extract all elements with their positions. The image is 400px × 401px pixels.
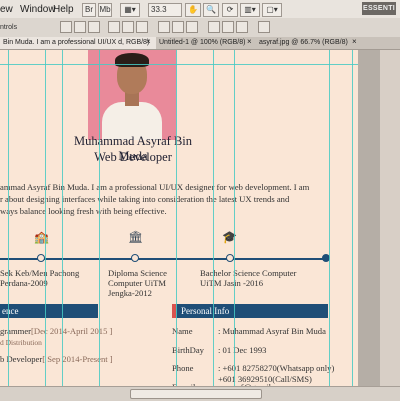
- timeline-dot: [226, 254, 234, 262]
- resume-bio: ammad Asyraf Bin Muda. I am a profession…: [0, 181, 356, 217]
- timeline-dot: [131, 254, 139, 262]
- options-label: ntrols: [0, 24, 18, 31]
- tab-untitled[interactable]: Untitled-1 @ 100% (RGB/8): [156, 37, 258, 49]
- guide-line[interactable]: [329, 50, 330, 396]
- menu-bar: ew Window Help Br Mb ▦▾ 33.3 ✋ 🔍 ⟳ ▥▾ ▢▾…: [0, 0, 400, 19]
- timeline-dot: [37, 254, 45, 262]
- document-tabs: Bin Muda. I am a professional UI/UX d, R…: [0, 37, 400, 50]
- align-bottom-icon[interactable]: [88, 21, 100, 33]
- guide-line[interactable]: [234, 50, 235, 396]
- workspace-switcher[interactable]: ESSENTI: [362, 2, 396, 15]
- experience-header: ence: [0, 304, 98, 318]
- education-item: Sek Keb/Men Pachong Perdana-2009: [0, 268, 80, 288]
- bio-line: r about designing interfaces while takin…: [0, 194, 290, 204]
- tab-asyraf[interactable]: asyraf.jpg @ 66.7% (RGB/8): [256, 37, 364, 49]
- horizontal-scrollbar[interactable]: [0, 386, 400, 401]
- experience-company: d Distribution: [0, 338, 42, 347]
- side-panel: [358, 50, 400, 396]
- align-top-icon[interactable]: [60, 21, 72, 33]
- menu-view[interactable]: ew: [0, 4, 13, 15]
- guide-line[interactable]: [352, 50, 353, 396]
- screen-mode-icon[interactable]: ▢▾: [262, 3, 282, 17]
- experience-item: b Developer[ Sep 2014-Present ]: [0, 354, 113, 364]
- tab-close-icon[interactable]: ×: [146, 37, 151, 46]
- guide-line[interactable]: [45, 50, 46, 396]
- distribute-left-icon[interactable]: [208, 21, 220, 33]
- guide-line[interactable]: [99, 50, 100, 396]
- education-item: Diploma Science Computer UiTM Jengka-201…: [108, 268, 167, 298]
- personal-info-header: Personal Info: [172, 304, 328, 318]
- tab-label: Bin Muda. I am a professional UI/UX d, R…: [3, 39, 150, 46]
- education-item: Bachelor Science Computer UiTM Jasin -20…: [200, 268, 297, 288]
- arrange-documents-icon[interactable]: ▥▾: [240, 3, 260, 17]
- resume-role: Web Developer: [94, 150, 172, 164]
- tab-label: asyraf.jpg @ 66.7% (RGB/8): [259, 39, 348, 46]
- guide-line[interactable]: [176, 50, 177, 396]
- rotate-view-icon[interactable]: ⟳: [222, 3, 238, 17]
- guide-line[interactable]: [213, 50, 214, 396]
- align-middle-icon[interactable]: [74, 21, 86, 33]
- panel-strip: [380, 50, 400, 396]
- align-left-icon[interactable]: [108, 21, 120, 33]
- minibridge-icon[interactable]: Mb: [98, 3, 112, 17]
- tab-close-icon[interactable]: ×: [247, 37, 252, 46]
- extras-icon[interactable]: ▦▾: [120, 3, 140, 17]
- distribute-top-icon[interactable]: [158, 21, 170, 33]
- guide-line[interactable]: [0, 64, 358, 65]
- guide-line[interactable]: [8, 50, 9, 396]
- document-canvas[interactable]: Muhammad Asyraf Bin Muda Web Developer a…: [0, 50, 358, 396]
- menu-help[interactable]: Help: [53, 4, 74, 15]
- bridge-icon[interactable]: Br: [82, 3, 96, 17]
- education-timeline: [0, 258, 328, 260]
- menu-window[interactable]: Window: [20, 4, 56, 15]
- tab-label: Untitled-1 @ 100% (RGB/8): [159, 39, 246, 46]
- tab-resume[interactable]: Bin Muda. I am a professional UI/UX d, R…: [0, 37, 156, 49]
- tab-close-icon[interactable]: ×: [352, 37, 357, 46]
- guide-line[interactable]: [62, 50, 63, 396]
- distribute-right-icon[interactable]: [236, 21, 248, 33]
- bio-line: ammad Asyraf Bin Muda. I am a profession…: [0, 182, 310, 192]
- building-icon: 🏛: [128, 230, 144, 244]
- experience-item: grammer[Dec 2014-April 2015 ]: [0, 326, 113, 336]
- bio-line: ways balance looking fresh with being ef…: [0, 206, 167, 216]
- scrollbar-thumb[interactable]: [130, 389, 262, 399]
- align-center-icon[interactable]: [122, 21, 134, 33]
- hand-tool-icon[interactable]: ✋: [185, 3, 201, 17]
- distribute-middle-icon[interactable]: [172, 21, 184, 33]
- auto-align-icon[interactable]: [258, 21, 270, 33]
- zoom-level[interactable]: 33.3: [148, 3, 182, 17]
- align-right-icon[interactable]: [136, 21, 148, 33]
- options-bar: ntrols: [0, 18, 400, 38]
- distribute-bottom-icon[interactable]: [186, 21, 198, 33]
- zoom-tool-icon[interactable]: 🔍: [203, 3, 219, 17]
- distribute-center-icon[interactable]: [222, 21, 234, 33]
